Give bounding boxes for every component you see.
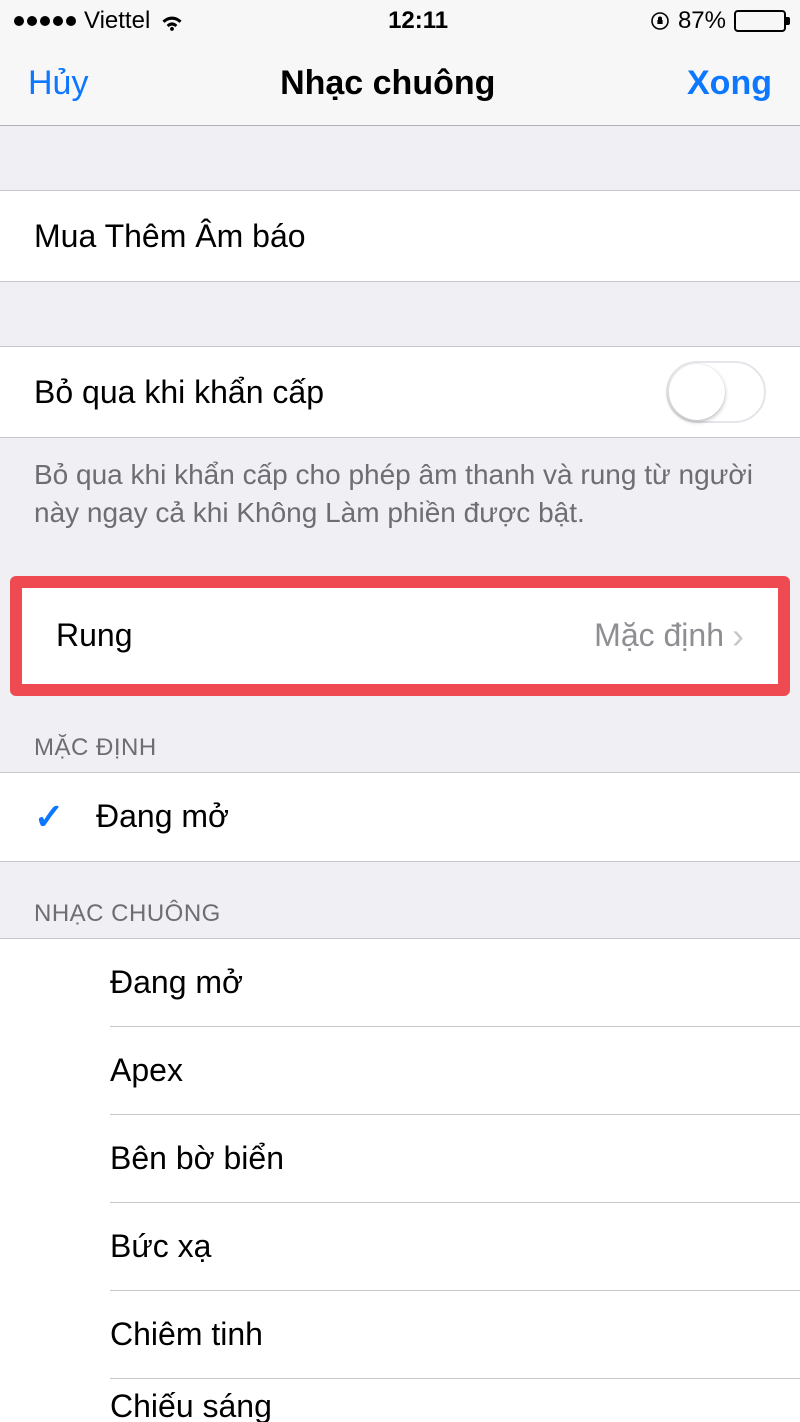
ringtone-row[interactable]: Đang mở bbox=[0, 939, 800, 1027]
emergency-bypass-row[interactable]: Bỏ qua khi khẩn cấp bbox=[0, 346, 800, 438]
vibration-label: Rung bbox=[56, 617, 133, 654]
ringtone-label: Bức xạ bbox=[110, 1228, 800, 1265]
buy-more-tones-label: Mua Thêm Âm báo bbox=[34, 218, 306, 255]
vibration-row[interactable]: Rung Mặc định › bbox=[22, 588, 778, 684]
ringtones-section-header: NHẠC CHUÔNG bbox=[0, 862, 800, 938]
battery-icon bbox=[734, 10, 786, 32]
ringtone-row[interactable]: Apex bbox=[0, 1027, 800, 1115]
ringtone-label: Chiêm tinh bbox=[110, 1316, 800, 1353]
annotation-highlight: Rung Mặc định › bbox=[10, 576, 790, 696]
ringtone-row[interactable]: Chiêm tinh bbox=[0, 1291, 800, 1379]
carrier-label: Viettel bbox=[84, 7, 150, 35]
toggle-knob-icon bbox=[669, 364, 725, 420]
ringtone-row[interactable]: Bên bờ biển bbox=[0, 1115, 800, 1203]
ringtone-label: Đang mở bbox=[110, 964, 800, 1001]
ringtone-label: Chiếu sáng bbox=[110, 1388, 800, 1422]
default-section-header: MẶC ĐỊNH bbox=[0, 696, 800, 772]
emergency-bypass-label: Bỏ qua khi khẩn cấp bbox=[34, 374, 324, 411]
rotation-lock-icon bbox=[650, 11, 670, 31]
status-right: 87% bbox=[650, 7, 786, 35]
ringtone-row[interactable]: Chiếu sáng bbox=[0, 1379, 800, 1422]
cancel-button[interactable]: Hủy bbox=[28, 64, 88, 103]
default-ringtone-label: Đang mở bbox=[96, 798, 800, 835]
emergency-bypass-footer: Bỏ qua khi khẩn cấp cho phép âm thanh và… bbox=[0, 438, 800, 560]
page-title: Nhạc chuông bbox=[280, 64, 495, 103]
ringtone-label: Bên bờ biển bbox=[110, 1140, 800, 1177]
status-left: Viettel bbox=[14, 7, 186, 35]
battery-pct-label: 87% bbox=[678, 7, 726, 35]
emergency-bypass-toggle[interactable] bbox=[666, 361, 766, 423]
content-scroll[interactable]: Mua Thêm Âm báo Bỏ qua khi khẩn cấp Bỏ q… bbox=[0, 126, 800, 1422]
clock-label: 12:11 bbox=[388, 7, 448, 35]
ringtones-list: Đang mở Apex Bên bờ biển Bức xạ Chiêm ti… bbox=[0, 938, 800, 1422]
done-button[interactable]: Xong bbox=[687, 64, 772, 103]
wifi-icon bbox=[158, 10, 186, 32]
chevron-right-icon: › bbox=[732, 615, 744, 657]
signal-dots-icon bbox=[14, 16, 76, 26]
vibration-value: Mặc định bbox=[594, 617, 724, 654]
status-bar: Viettel 12:11 87% bbox=[0, 0, 800, 42]
nav-bar: Hủy Nhạc chuông Xong bbox=[0, 42, 800, 126]
default-ringtone-row[interactable]: ✓ Đang mở bbox=[0, 773, 800, 861]
buy-more-tones-row[interactable]: Mua Thêm Âm báo bbox=[0, 190, 800, 282]
ringtone-row[interactable]: Bức xạ bbox=[0, 1203, 800, 1291]
ringtone-label: Apex bbox=[110, 1052, 800, 1089]
checkmark-icon: ✓ bbox=[34, 796, 74, 838]
